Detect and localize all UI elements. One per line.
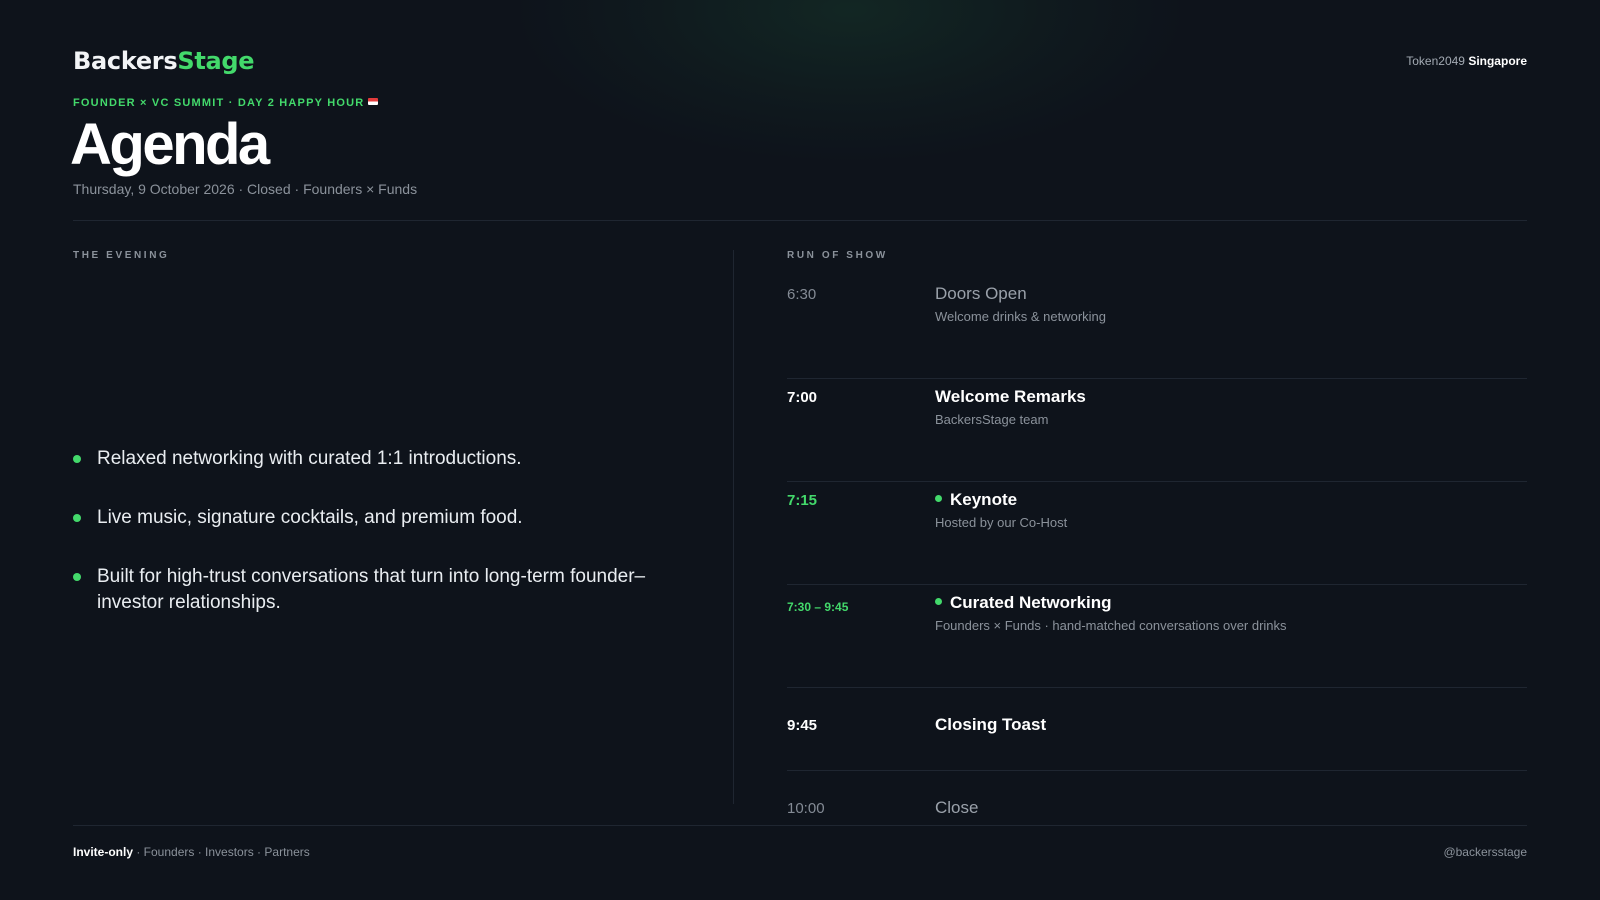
schedule-title: Close — [935, 798, 979, 817]
event-eyebrow-text: FOUNDER × VC SUMMIT · DAY 2 HAPPY HOUR — [73, 97, 365, 109]
schedule-row-curated-networking: 7:30 – 9:45 Curated Networking Founders … — [787, 585, 1527, 688]
event-tag-token: Token2049 — [1406, 54, 1465, 68]
schedule-row-close: 10:00 Close — [787, 771, 1527, 853]
schedule-title-wrap: Curated Networking — [935, 591, 1112, 615]
schedule-title: Doors Open — [935, 284, 1027, 303]
schedule-row-keynote: 7:15 Keynote Hosted by our Co-Host — [787, 482, 1527, 585]
footer-audience-list: · Founders · Investors · Partners — [133, 845, 310, 859]
run-of-show-schedule: 6:30 Doors Open Welcome drinks & network… — [787, 276, 1527, 853]
brand-logo-part-2: Stage — [177, 47, 255, 75]
schedule-title: Keynote — [950, 490, 1018, 509]
list-item: Relaxed networking with curated 1:1 intr… — [73, 446, 673, 472]
page-subtitle: Thursday, 9 October 2026 · Closed · Foun… — [73, 181, 418, 197]
brand-logo-part-1: Backers — [73, 47, 178, 75]
schedule-description: Founders × Funds · hand-matched conversa… — [935, 618, 1287, 633]
list-item-text: Live music, signature cocktails, and pre… — [97, 507, 523, 528]
schedule-title: Curated Networking — [950, 593, 1112, 612]
header-glow — [520, 0, 1180, 160]
live-indicator-icon — [935, 598, 942, 605]
bullet-dot-icon — [73, 455, 81, 463]
list-item: Built for high-trust conversations that … — [73, 564, 673, 616]
schedule-time: 9:45 — [787, 717, 818, 734]
schedule-time: 10:00 — [787, 800, 825, 817]
bullet-dot-icon — [73, 514, 81, 522]
schedule-time: 7:30 – 9:45 — [787, 600, 849, 614]
event-tag-city: Singapore — [1468, 54, 1527, 68]
bullet-dot-icon — [73, 573, 81, 581]
footer-divider — [73, 825, 1527, 826]
event-tag: Token2049 Singapore — [1406, 53, 1527, 69]
social-handle[interactable]: @backersstage — [1443, 845, 1527, 859]
run-of-show-label: RUN OF SHOW — [787, 250, 888, 261]
column-divider — [733, 250, 734, 804]
evening-section-label: THE EVENING — [73, 250, 170, 261]
schedule-title: Welcome Remarks — [935, 387, 1086, 406]
event-eyebrow: FOUNDER × VC SUMMIT · DAY 2 HAPPY HOUR — [73, 97, 379, 109]
header-divider — [73, 220, 1527, 221]
list-item: Live music, signature cocktails, and pre… — [73, 505, 673, 531]
schedule-title-wrap: Keynote — [935, 488, 1017, 512]
schedule-description: Welcome drinks & networking — [935, 309, 1106, 324]
list-item-text: Relaxed networking with curated 1:1 intr… — [97, 448, 522, 469]
page-title: Agenda — [70, 112, 270, 177]
list-item-text: Built for high-trust conversations that … — [97, 566, 646, 613]
footer-invite-only: Invite-only — [73, 845, 134, 859]
live-indicator-icon — [935, 495, 942, 502]
flag-icon — [368, 98, 379, 105]
schedule-row-welcome-remarks: 7:00 Welcome Remarks BackersStage team — [787, 379, 1527, 482]
evening-highlights-list: Relaxed networking with curated 1:1 intr… — [73, 446, 673, 649]
schedule-time: 7:15 — [787, 492, 818, 509]
schedule-description: BackersStage team — [935, 412, 1049, 427]
schedule-row-closing-toast: 9:45 Closing Toast — [787, 688, 1527, 771]
schedule-time: 6:30 — [787, 286, 817, 303]
schedule-time: 7:00 — [787, 389, 818, 406]
schedule-title: Closing Toast — [935, 715, 1047, 734]
schedule-row-doors-open: 6:30 Doors Open Welcome drinks & network… — [787, 276, 1527, 379]
brand-logo[interactable]: BackersStage — [73, 46, 255, 76]
schedule-description: Hosted by our Co-Host — [935, 515, 1068, 530]
footer-audience: Invite-only · Founders · Investors · Par… — [73, 845, 310, 859]
